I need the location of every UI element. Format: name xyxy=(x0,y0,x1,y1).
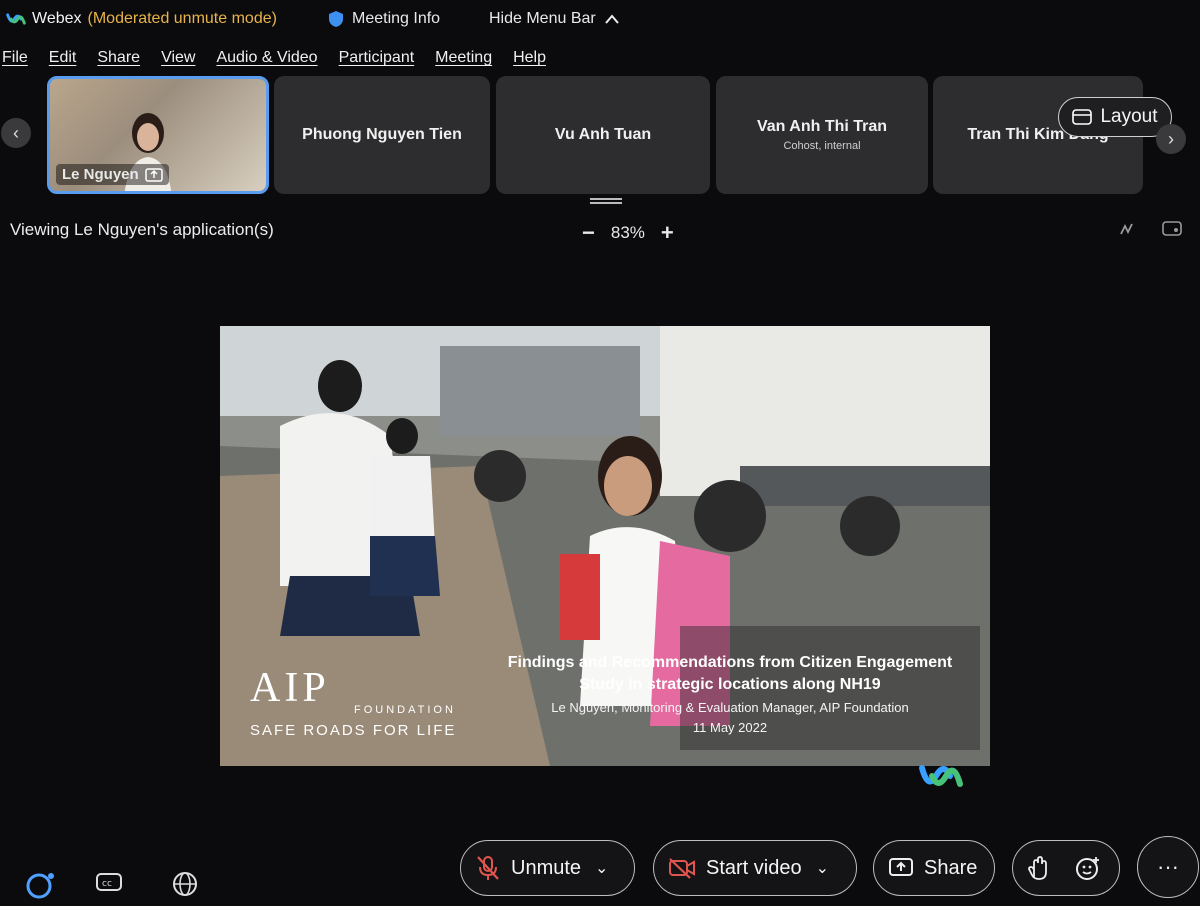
slide-title-line-2: Study in strategic locations along NH19 xyxy=(579,676,881,693)
reactions-group xyxy=(1012,840,1120,896)
microphone-muted-icon xyxy=(477,856,499,880)
menu-file[interactable]: File xyxy=(2,49,28,67)
menu-audio-video[interactable]: Audio & Video xyxy=(216,49,317,67)
slide-date: 11 May 2022 xyxy=(692,720,768,735)
chevron-right-icon: › xyxy=(1168,128,1174,149)
share-button[interactable]: Share xyxy=(873,840,995,896)
chevron-up-icon xyxy=(604,14,619,24)
participant-name: Le Nguyen xyxy=(62,166,139,183)
participant-name: Vu Anh Tuan xyxy=(554,126,652,143)
slide-title-line-1: Findings and Recommendations from Citize… xyxy=(507,654,953,671)
chevron-left-icon: ‹ xyxy=(13,122,19,143)
start-video-label: Start video xyxy=(706,856,802,879)
webex-logo-icon xyxy=(6,13,26,25)
share-screen-icon xyxy=(889,858,913,876)
participant-tile-vu-anh-tuan[interactable]: Vu Anh Tuan xyxy=(496,76,710,194)
webex-watermark-icon xyxy=(919,765,963,787)
menu-help[interactable]: Help xyxy=(513,49,546,67)
share-label: Share xyxy=(924,856,978,879)
scroll-right-button[interactable]: › xyxy=(1156,124,1186,154)
menu-bar: File Edit Share View Audio & Video Parti… xyxy=(2,44,567,72)
captions-icon: cc xyxy=(96,873,122,891)
menu-share[interactable]: Share xyxy=(97,49,140,67)
more-options-button[interactable]: ··· xyxy=(1137,836,1199,898)
layout-icon xyxy=(1072,109,1093,125)
globe-icon xyxy=(173,872,197,896)
chevron-down-icon[interactable]: ⌄ xyxy=(816,858,829,878)
zoom-in-button[interactable]: + xyxy=(661,220,674,246)
menu-meeting[interactable]: Meeting xyxy=(435,49,492,67)
screen-share-icon xyxy=(144,167,163,182)
zoom-out-button[interactable]: − xyxy=(582,220,595,246)
hide-menu-bar-label: Hide Menu Bar xyxy=(489,10,596,27)
closed-captions-button[interactable]: cc xyxy=(95,872,123,894)
webex-assistant-button[interactable] xyxy=(24,868,58,902)
resize-handle[interactable] xyxy=(590,198,622,204)
video-off-icon xyxy=(669,858,695,879)
chevron-down-icon[interactable]: ⌄ xyxy=(595,858,608,878)
participant-tile-phuong-nguyen-tien[interactable]: Phuong Nguyen Tien xyxy=(274,76,490,194)
participant-tile-le-nguyen[interactable]: Le Nguyen xyxy=(47,76,269,194)
aip-logo-foundation: FOUNDATION xyxy=(354,704,456,716)
app-name: Webex xyxy=(32,10,82,27)
shared-presentation-slide: Findings and Recommendations from Citize… xyxy=(220,326,990,766)
participant-tile-van-anh-thi-tran[interactable]: Van Anh Thi Tran Cohost, internal xyxy=(716,76,928,194)
participant-role: Cohost, internal xyxy=(783,140,861,152)
unmute-button[interactable]: Unmute ⌄ xyxy=(460,840,635,896)
menu-edit[interactable]: Edit xyxy=(49,49,77,67)
meeting-info-button[interactable]: Meeting Info xyxy=(328,10,440,28)
more-options-icon: ··· xyxy=(1157,854,1179,879)
moderated-mode-label: (Moderated unmute mode) xyxy=(87,10,277,27)
menu-participant[interactable]: Participant xyxy=(339,49,415,67)
participant-name: Van Anh Thi Tran xyxy=(756,118,888,135)
svg-text:cc: cc xyxy=(102,879,112,889)
zoom-controls: − 83% + xyxy=(582,220,674,246)
annotate-icon[interactable] xyxy=(1118,220,1136,238)
reactions-icon[interactable] xyxy=(1075,855,1101,881)
layout-button[interactable]: Layout xyxy=(1058,97,1172,137)
zoom-level: 83% xyxy=(610,223,645,242)
unmute-label: Unmute xyxy=(511,856,582,879)
language-button[interactable] xyxy=(172,871,198,897)
raise-hand-icon[interactable] xyxy=(1027,855,1049,881)
assistant-icon xyxy=(26,873,54,899)
share-view-tools xyxy=(1118,220,1182,238)
shield-icon xyxy=(329,11,343,27)
title-bar: Webex (Moderated unmute mode) Meeting In… xyxy=(0,0,1200,38)
scroll-left-button[interactable]: ‹ xyxy=(1,118,31,148)
slide-title: Findings and Recommendations from Citize… xyxy=(470,652,990,696)
meeting-info-label: Meeting Info xyxy=(352,10,441,27)
aip-logo-text: AIP xyxy=(250,665,330,711)
start-video-button[interactable]: Start video ⌄ xyxy=(653,840,857,896)
layout-label: Layout xyxy=(1100,106,1158,127)
aip-foundation-logo: AIP FOUNDATION SAFE ROADS FOR LIFE xyxy=(250,664,454,739)
pop-out-icon[interactable] xyxy=(1162,220,1182,238)
participant-name: Phuong Nguyen Tien xyxy=(302,126,462,143)
hide-menu-bar-button[interactable]: Hide Menu Bar xyxy=(489,10,620,28)
participant-name-tag: Le Nguyen xyxy=(56,164,169,185)
aip-logo-tagline: SAFE ROADS FOR LIFE xyxy=(250,722,457,739)
menu-view[interactable]: View xyxy=(161,49,195,67)
viewing-label: Viewing Le Nguyen's application(s) xyxy=(10,220,274,239)
slide-author: Le Nguyen, Monitoring & Evaluation Manag… xyxy=(551,700,909,715)
